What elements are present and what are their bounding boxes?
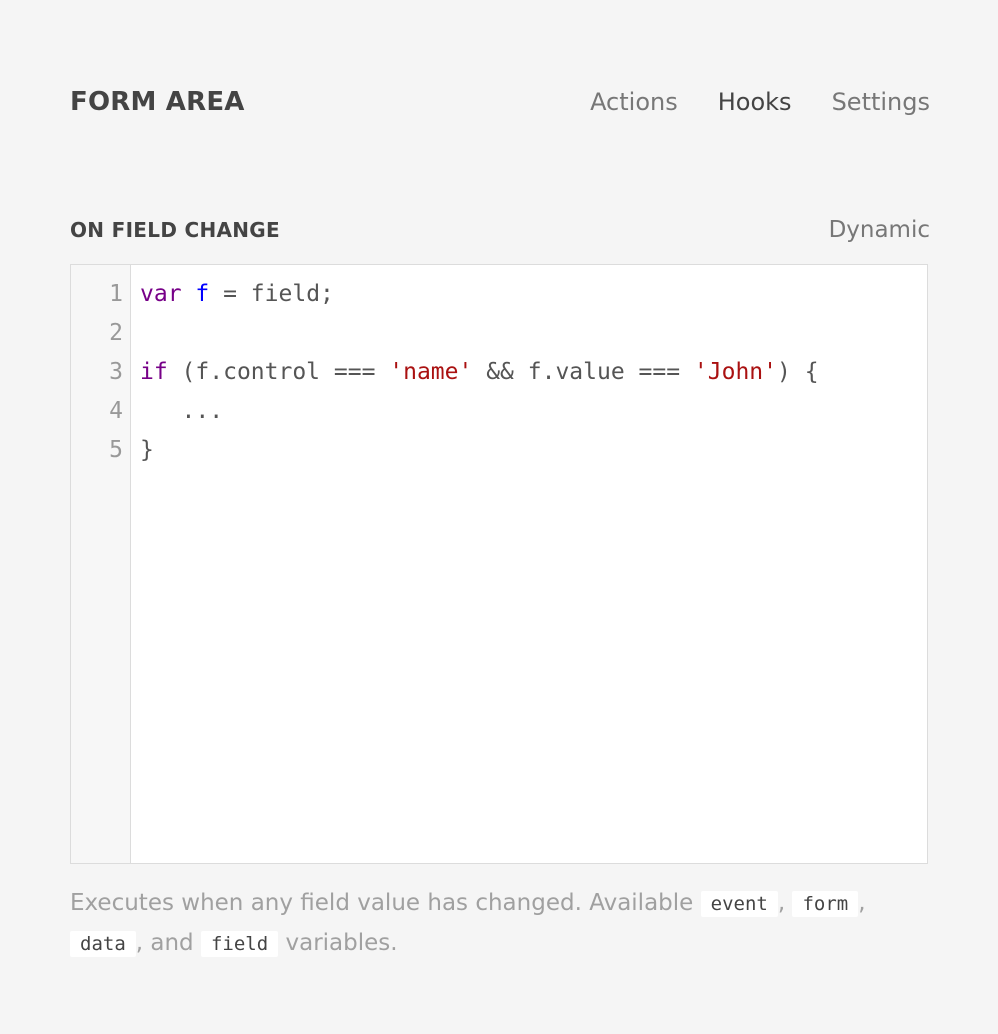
- code-token: var: [140, 281, 182, 307]
- code-token: = field;: [209, 281, 334, 307]
- line-number-gutter: 1 2 3 4 5: [71, 265, 131, 863]
- line-number: 4: [109, 398, 123, 424]
- code-token: 'name': [389, 359, 473, 385]
- tab-settings[interactable]: Settings: [832, 88, 930, 116]
- code-line: var f = field;: [140, 275, 927, 314]
- code-token: }: [140, 437, 154, 463]
- help-separator: ,: [858, 890, 866, 916]
- help-separator: , and: [135, 930, 201, 956]
- variable-form: form: [792, 891, 859, 917]
- page-title: FORM AREA: [70, 87, 245, 117]
- help-text-part: variables.: [278, 930, 398, 956]
- line-number: 2: [109, 320, 123, 346]
- section-header: ON FIELD CHANGE Dynamic: [70, 210, 930, 250]
- help-text-part: Executes when any field value has change…: [70, 890, 701, 916]
- line-number: 5: [109, 437, 123, 463]
- nav-tabs: Actions Hooks Settings: [590, 88, 930, 116]
- tab-actions[interactable]: Actions: [590, 88, 678, 116]
- code-token: && f.value ===: [472, 359, 694, 385]
- code-token: f: [195, 281, 210, 307]
- code-line: }: [140, 431, 927, 470]
- variable-event: event: [700, 891, 778, 917]
- code-token: ) {: [777, 359, 819, 385]
- code-token: ...: [140, 398, 224, 424]
- help-separator: ,: [777, 890, 793, 916]
- tab-hooks[interactable]: Hooks: [718, 88, 792, 116]
- code-editor[interactable]: 1 2 3 4 5 var f = field; if (f.control === 'n…: [70, 264, 928, 864]
- code-area[interactable]: var f = field; if (f.control === 'name' &…: [131, 265, 927, 863]
- code-token: 'John': [693, 359, 778, 385]
- code-line: if (f.control === 'name' && f.value === …: [140, 353, 927, 392]
- line-number: 1: [109, 281, 123, 307]
- mode-toggle[interactable]: Dynamic: [829, 217, 930, 243]
- section-title: ON FIELD CHANGE: [70, 218, 280, 242]
- variable-field: field: [200, 931, 279, 957]
- help-text: Executes when any field value has change…: [70, 884, 930, 964]
- code-token: (f.control ===: [167, 359, 390, 385]
- line-number: 3: [109, 359, 123, 385]
- code-line: ...: [140, 392, 927, 431]
- variable-data: data: [70, 931, 136, 957]
- header: FORM AREA Actions Hooks Settings: [70, 80, 930, 124]
- code-token: if: [140, 359, 168, 385]
